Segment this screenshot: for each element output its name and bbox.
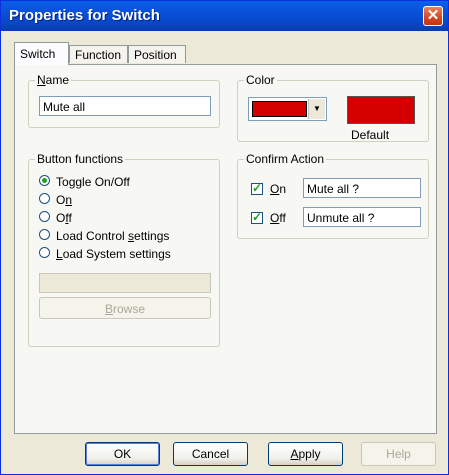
color-dropdown[interactable]: ▼ [248, 97, 327, 121]
close-icon[interactable]: ✕ [423, 6, 443, 26]
confirm-action-group: Confirm Action On Mute all ? Off Unmute … [237, 152, 429, 239]
radio-button-icon[interactable] [39, 211, 50, 223]
tab-position[interactable]: Position [128, 45, 186, 63]
title-bar[interactable]: Properties for Switch ✕ [1, 1, 448, 31]
radio-off[interactable]: Off [39, 210, 72, 226]
confirm-on-checkbox[interactable] [251, 181, 263, 195]
chevron-down-icon[interactable]: ▼ [308, 99, 325, 119]
radio-button-icon[interactable] [39, 193, 50, 205]
radio-button-icon[interactable] [39, 229, 50, 241]
default-color-button[interactable] [347, 96, 415, 124]
settings-path-input [39, 273, 211, 293]
tab-switch[interactable]: Switch [14, 42, 69, 65]
confirm-on-message-input[interactable]: Mute all ? [303, 178, 421, 198]
radio-button-icon[interactable] [39, 247, 50, 259]
tab-function[interactable]: Function [69, 45, 128, 63]
confirm-off-label: Off [270, 211, 286, 225]
color-group: Color ▼ Default [237, 73, 429, 142]
confirm-off-checkbox[interactable] [251, 210, 263, 224]
browse-button: Browse [39, 297, 211, 319]
button-functions-label: Button functions [35, 152, 126, 166]
help-button: Help [361, 442, 436, 466]
name-group-label: Name [35, 73, 72, 87]
name-group: Name Mute all [28, 73, 220, 128]
radio-load-system-settings[interactable]: Load System settings [39, 246, 171, 262]
ok-button[interactable]: OK [85, 442, 160, 466]
radio-load-control-settings[interactable]: Load Control settings [39, 228, 169, 244]
confirm-action-label: Confirm Action [244, 152, 327, 166]
radio-toggle-on-off[interactable]: Toggle On/Off [39, 174, 130, 190]
apply-button[interactable]: Apply [268, 442, 343, 466]
name-input[interactable]: Mute all [39, 96, 211, 116]
window-title: Properties for Switch [9, 7, 160, 24]
button-functions-group: Button functions Toggle On/Off On Off Lo… [28, 152, 220, 347]
confirm-off-message-input[interactable]: Unmute all ? [303, 207, 421, 227]
color-group-label: Color [244, 73, 277, 87]
switch-tab-panel: Name Mute all Color ▼ Default Button fun… [14, 64, 437, 434]
default-color-label: Default [351, 128, 390, 142]
properties-dialog: Properties for Switch ✕ Switch Function … [0, 0, 449, 475]
radio-button-icon[interactable] [39, 175, 50, 187]
confirm-on-label: On [270, 182, 287, 196]
cancel-button[interactable]: Cancel [173, 442, 248, 466]
selected-color-swatch [252, 101, 307, 117]
radio-on[interactable]: On [39, 192, 72, 208]
